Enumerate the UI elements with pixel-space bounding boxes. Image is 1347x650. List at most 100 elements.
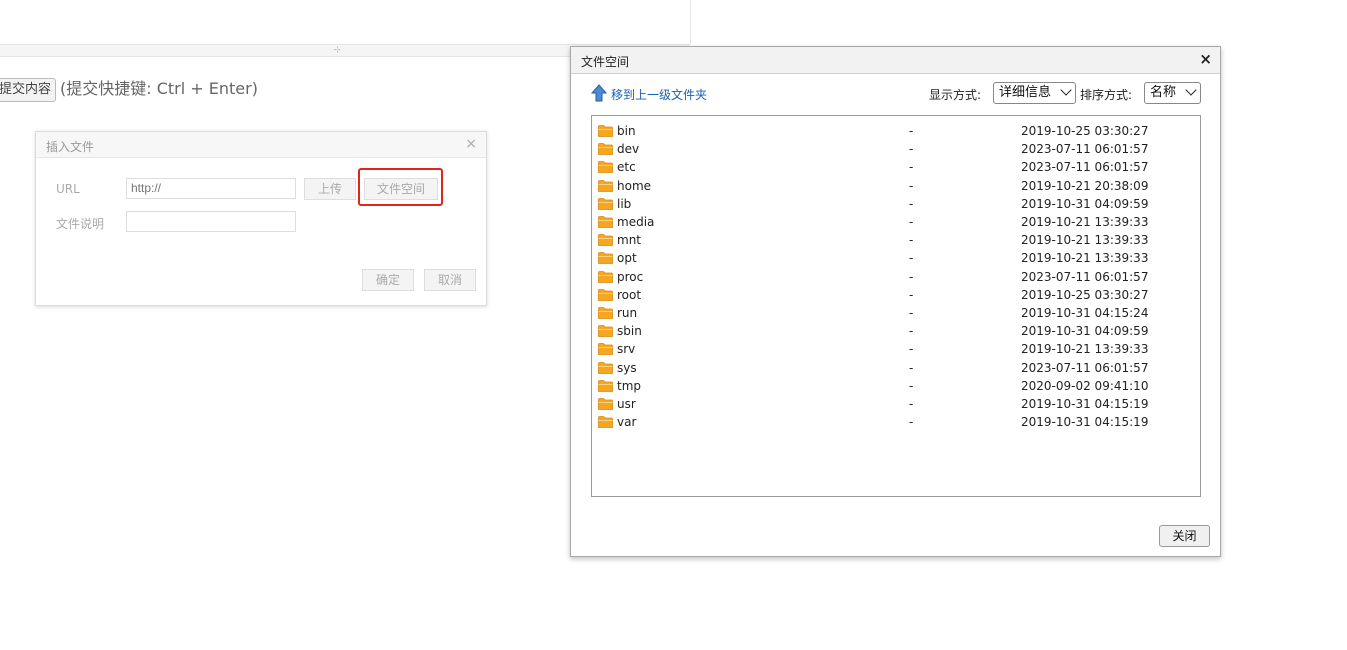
url-input[interactable] [126,178,296,199]
folder-icon [598,216,613,228]
close-icon[interactable]: × [1199,50,1212,68]
close-icon[interactable]: × [465,136,477,152]
file-space-dialog-title: 文件空间 [581,55,630,69]
folder-icon [598,161,613,174]
file-date: 2019-10-31 04:15:19 [1021,415,1149,430]
arrow-up-icon [591,84,607,102]
file-name[interactable]: sbin [617,324,642,338]
sort-mode-select[interactable]: 名称 [1144,82,1201,104]
file-list[interactable]: bin - 2019-10-25 03:30:27 dev - 2023-07-11 06… [591,115,1201,497]
file-size: - [909,342,914,357]
file-size: - [909,233,914,248]
file-row[interactable]: sys - 2023-07-11 06:01:57 [592,359,1200,377]
file-date: 2020-09-02 09:41:10 [1021,378,1149,393]
file-date: 2019-10-21 13:39:33 [1021,251,1149,266]
file-row[interactable]: lib - 2019-10-31 04:09:59 [592,195,1200,213]
folder-icon [598,270,613,283]
file-name[interactable]: mnt [617,233,641,247]
file-row[interactable]: run - 2019-10-31 04:15:24 [592,304,1200,322]
file-name[interactable]: tmp [617,379,641,393]
file-space-dialog-header: 文件空间 × [571,47,1220,74]
folder-icon [598,361,613,374]
file-size: - [909,360,914,375]
file-date: 2019-10-25 03:30:27 [1021,287,1149,302]
file-row[interactable]: dev - 2023-07-11 06:01:57 [592,140,1200,158]
folder-icon [598,307,613,319]
description-input[interactable] [126,211,296,232]
file-name[interactable]: lib [617,197,631,211]
file-row[interactable]: usr - 2019-10-31 04:15:19 [592,395,1200,413]
file-name[interactable]: srv [617,342,635,356]
file-name[interactable]: root [617,288,641,302]
folder-icon [598,197,613,210]
file-row[interactable]: bin - 2019-10-25 03:30:27 [592,122,1200,140]
folder-icon [598,143,613,156]
file-row[interactable]: var - 2019-10-31 04:15:19 [592,413,1200,431]
file-date: 2023-07-11 06:01:57 [1021,142,1149,157]
view-mode-select[interactable]: 详细信息 [993,82,1076,104]
close-button[interactable]: 关闭 [1159,525,1210,547]
file-size: - [909,324,914,339]
description-label: 文件说明 [56,217,105,231]
file-name[interactable]: bin [617,124,636,138]
file-size: - [909,251,914,266]
resize-grip-icon[interactable]: ⊹ [334,46,341,54]
folder-icon [598,252,613,265]
file-size: - [909,142,914,157]
folder-icon [598,179,613,192]
file-name[interactable]: var [617,415,636,429]
file-date: 2019-10-21 20:38:09 [1021,178,1149,193]
upload-button[interactable]: 上传 [304,178,356,200]
view-mode-value: 详细信息 [999,85,1052,100]
file-date: 2023-07-11 06:01:57 [1021,360,1149,375]
file-row[interactable]: proc - 2023-07-11 06:01:57 [592,268,1200,286]
editor-content-area[interactable] [0,0,691,44]
sort-mode-label: 排序方式: [1080,88,1133,102]
file-name[interactable]: dev [617,142,639,156]
file-date: 2019-10-31 04:09:59 [1021,324,1149,339]
file-name[interactable]: proc [617,270,643,284]
insert-file-dialog-title: 插入文件 [46,140,95,154]
url-label: URL [56,182,80,196]
file-date: 2023-07-11 06:01:57 [1021,160,1149,175]
file-size: - [909,287,914,302]
file-size: - [909,415,914,430]
file-row[interactable]: mnt - 2019-10-21 13:39:33 [592,231,1200,249]
sort-mode-value: 名称 [1150,85,1177,100]
parent-folder-link-text[interactable]: 移到上一级文件夹 [611,86,707,103]
file-size: - [909,306,914,320]
chevron-down-icon [1185,84,1197,96]
file-row[interactable]: opt - 2019-10-21 13:39:33 [592,249,1200,267]
file-date: 2019-10-31 04:09:59 [1021,196,1149,211]
file-row[interactable]: srv - 2019-10-21 13:39:33 [592,340,1200,358]
cancel-button[interactable]: 取消 [424,269,476,291]
folder-icon [598,288,613,301]
chevron-down-icon [1060,84,1072,96]
file-row[interactable]: sbin - 2019-10-31 04:09:59 [592,322,1200,340]
file-name[interactable]: etc [617,160,636,174]
file-name[interactable]: sys [617,361,637,375]
file-name[interactable]: home [617,179,651,193]
file-row[interactable]: etc - 2023-07-11 06:01:57 [592,158,1200,176]
file-row[interactable]: tmp - 2020-09-02 09:41:10 [592,377,1200,395]
file-row[interactable]: home - 2019-10-21 20:38:09 [592,177,1200,195]
file-date: 2019-10-21 13:39:33 [1021,342,1149,357]
file-size: - [909,397,914,411]
folder-icon [598,398,613,410]
file-row[interactable]: root - 2019-10-25 03:30:27 [592,286,1200,304]
file-size: - [909,178,914,193]
file-row[interactable]: media - 2019-10-21 13:39:33 [592,213,1200,231]
file-name[interactable]: opt [617,251,637,265]
file-date: 2023-07-11 06:01:57 [1021,269,1149,284]
file-name[interactable]: usr [617,397,636,411]
file-date: 2019-10-25 03:30:27 [1021,124,1149,138]
file-size: - [909,378,914,393]
highlight-box [358,168,443,206]
file-date: 2019-10-31 04:15:19 [1021,397,1149,411]
file-name[interactable]: run [617,306,637,320]
view-mode-label: 显示方式: [929,88,982,102]
folder-icon [598,343,613,356]
ok-button[interactable]: 确定 [362,269,414,291]
file-name[interactable]: media [617,215,654,229]
submit-content-button[interactable]: 提交内容 [0,78,57,102]
